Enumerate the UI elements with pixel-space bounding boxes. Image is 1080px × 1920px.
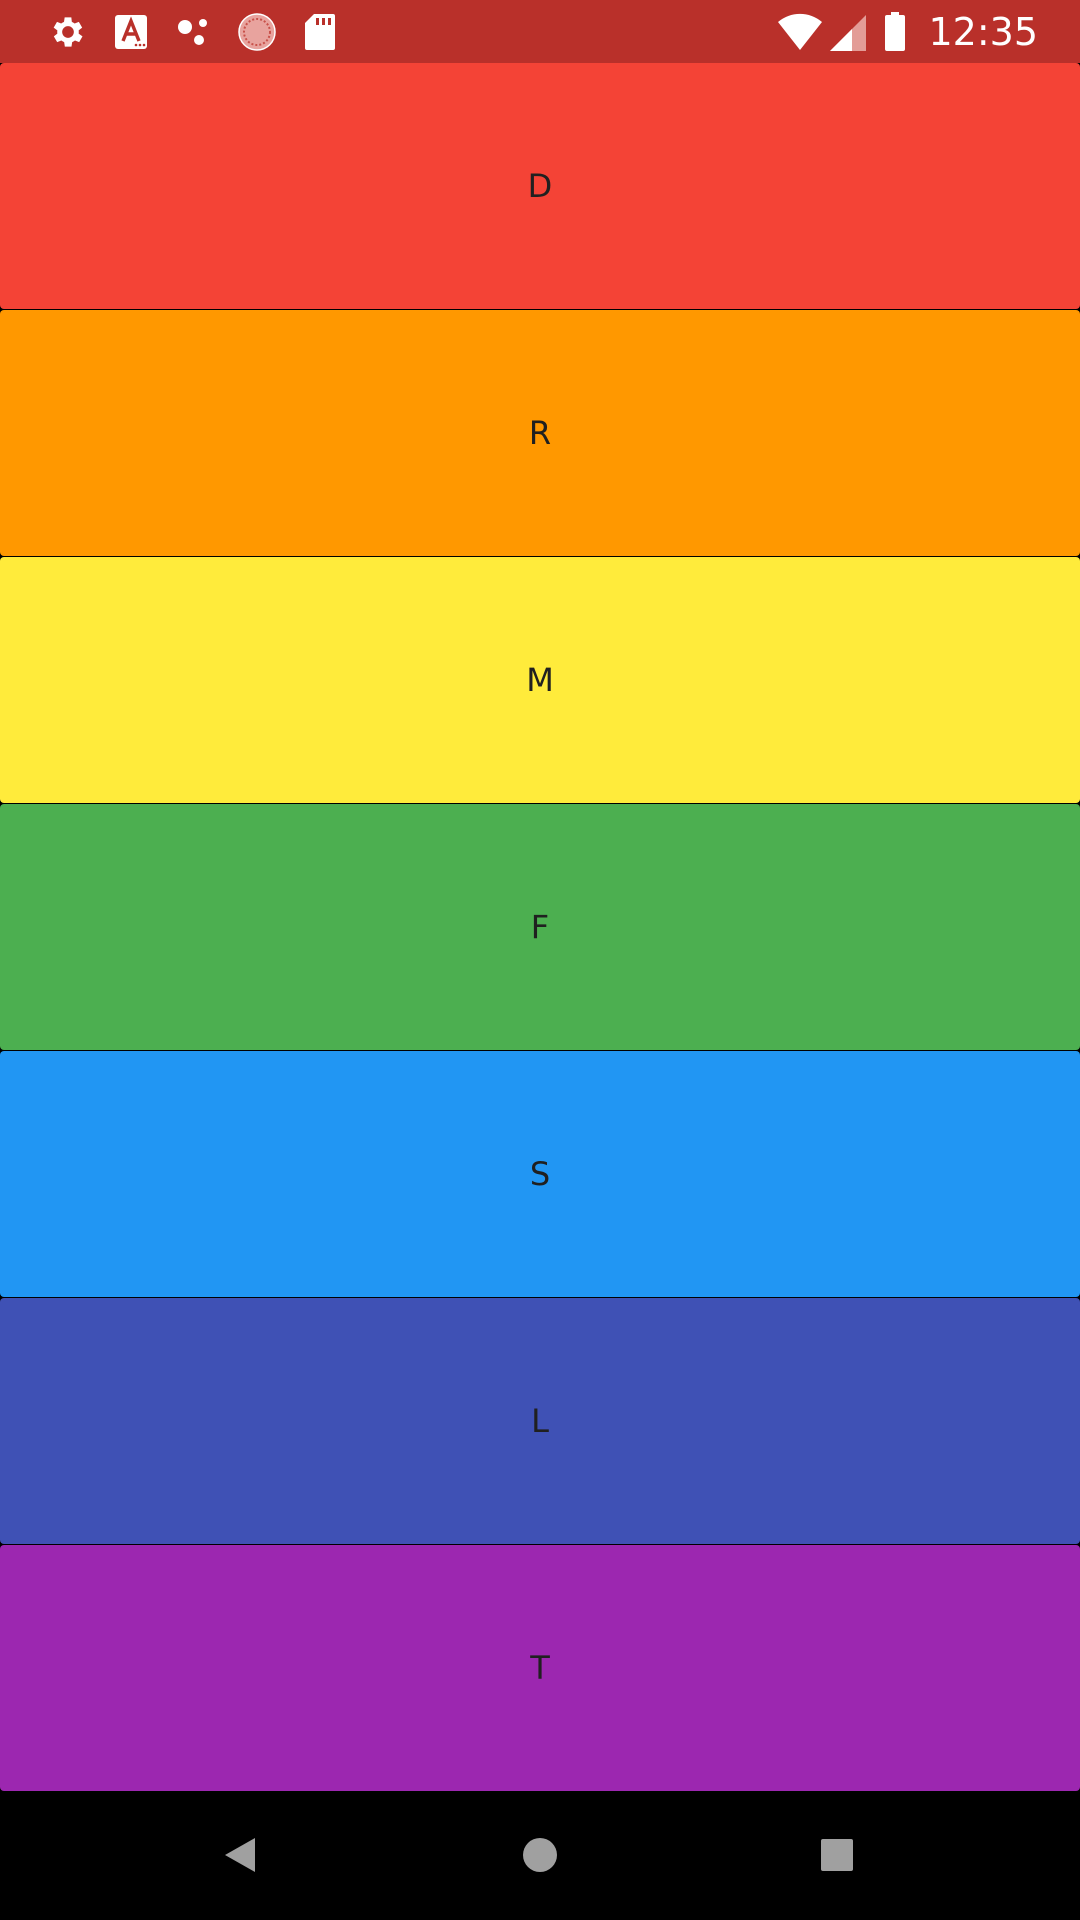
tile-letter: L [531, 1402, 549, 1440]
tile-s[interactable]: S [0, 1051, 1080, 1297]
signal-icon [830, 12, 867, 52]
tile-letter: F [530, 908, 550, 946]
tile-letter: R [528, 414, 552, 452]
tile-f[interactable]: F [0, 804, 1080, 1050]
tile-letter: D [527, 167, 553, 205]
screen: 12:35 D R M F S L T [0, 0, 1080, 1920]
status-time: 12:35 [928, 9, 1038, 54]
tile-d[interactable]: D [0, 63, 1080, 309]
recents-icon [820, 1838, 854, 1876]
tile-letter: S [529, 1155, 551, 1193]
settings-icon [48, 12, 88, 52]
tile-t[interactable]: T [0, 1545, 1080, 1791]
status-notifications [48, 12, 363, 52]
tile-list: D R M F S L T [0, 63, 1080, 1794]
font-a-icon [111, 12, 151, 52]
tile-m[interactable]: M [0, 557, 1080, 803]
battery-icon [884, 11, 906, 52]
dots-icon [174, 12, 214, 52]
loading-circle-icon [237, 12, 277, 52]
tile-letter: M [526, 661, 554, 699]
home-icon [522, 1837, 558, 1877]
back-button[interactable] [180, 1794, 300, 1920]
recents-button[interactable] [777, 1794, 897, 1920]
navigation-bar [0, 1794, 1080, 1920]
tile-l[interactable]: L [0, 1298, 1080, 1544]
sd-card-icon [300, 12, 340, 52]
home-button[interactable] [480, 1794, 600, 1920]
back-icon [223, 1836, 257, 1878]
tile-letter: T [530, 1649, 550, 1687]
status-bar: 12:35 [0, 0, 1080, 63]
status-system: 12:35 [776, 10, 1038, 54]
wifi-icon [776, 12, 824, 52]
tile-r[interactable]: R [0, 310, 1080, 556]
